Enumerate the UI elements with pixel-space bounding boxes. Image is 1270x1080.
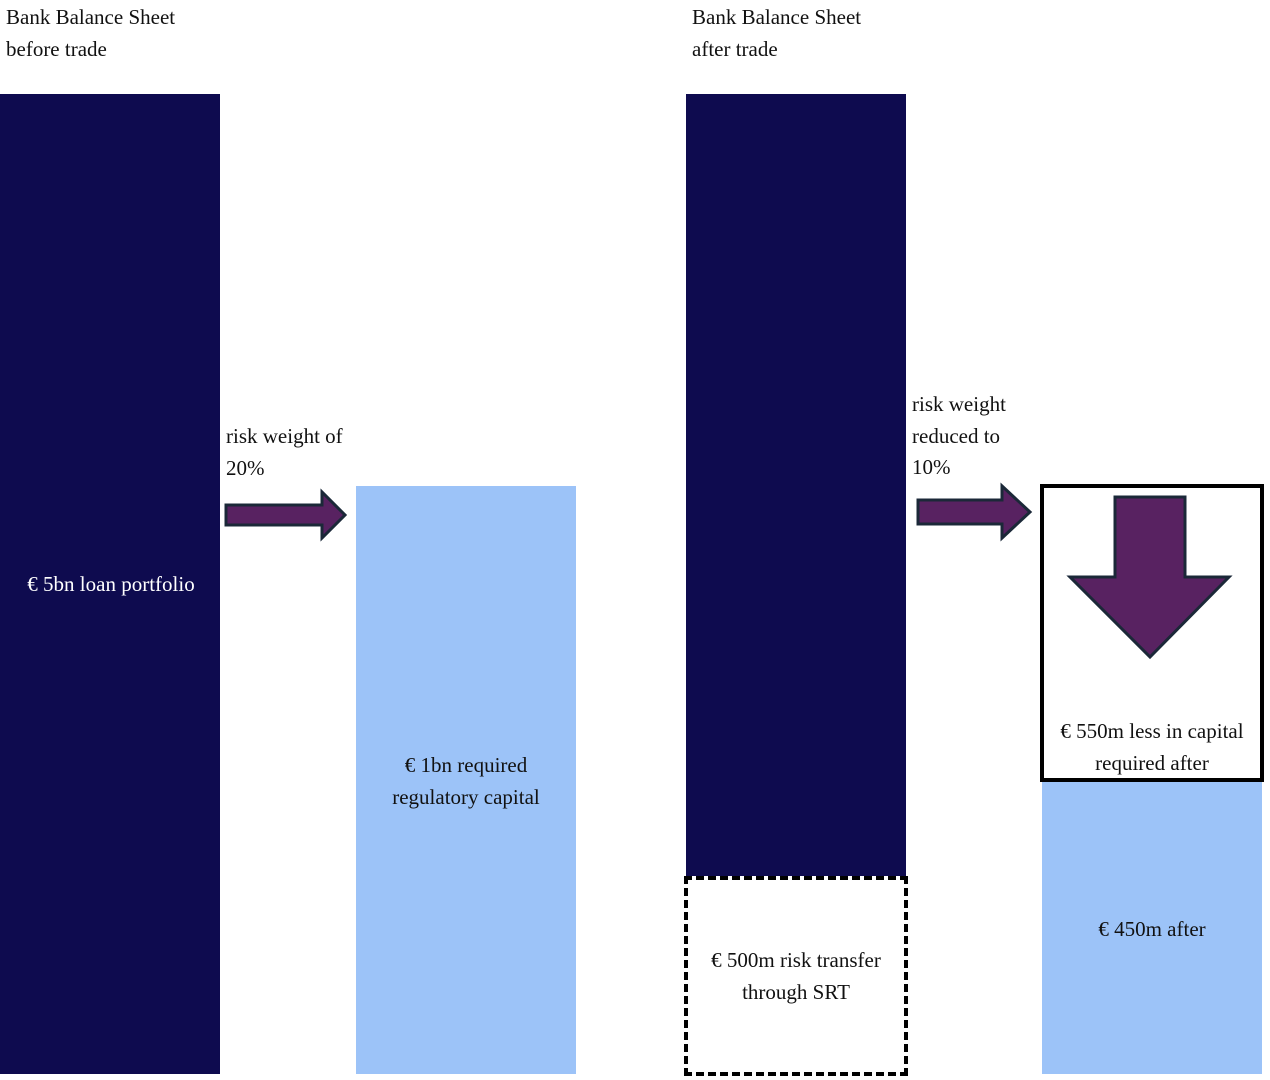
srt-risk-transfer-box: € 500m risk transfer through SRT: [684, 876, 908, 1076]
regulatory-capital-label-before: € 1bn required regulatory capital: [356, 749, 576, 813]
srt-label-line2: through SRT: [742, 980, 850, 1004]
risk-weight-note-after-line1: risk weight: [912, 392, 1006, 416]
after-heading: Bank Balance Sheet after trade: [692, 1, 861, 65]
capital-label-line1: € 1bn required: [404, 753, 528, 777]
capital-label-line2: regulatory capital: [392, 785, 540, 809]
srt-label-line1: € 500m risk transfer: [711, 948, 881, 972]
savings-label-line2: required after: [1095, 751, 1209, 775]
risk-weight-note-before: risk weight of 20%: [226, 421, 343, 484]
down-arrow-icon: [1066, 495, 1233, 660]
before-heading-line1: Bank Balance Sheet: [6, 5, 176, 29]
risk-weight-note-after: risk weight reduced to 10%: [912, 389, 1006, 484]
after-heading-line1: Bank Balance Sheet: [692, 5, 862, 29]
capital-savings-label: € 550m less in capital required after: [1040, 715, 1264, 779]
risk-weight-note-after-line3: 10%: [912, 455, 951, 479]
before-heading: Bank Balance Sheet before trade: [6, 1, 175, 65]
after-heading-line2: after trade: [692, 37, 778, 61]
right-arrow-icon: [224, 488, 348, 542]
regulatory-capital-label-after: € 450m after: [1098, 917, 1206, 941]
savings-label-line1: € 550m less in capital: [1060, 719, 1244, 743]
before-heading-line2: before trade: [6, 37, 107, 61]
risk-weight-note-line1: risk weight of: [226, 424, 343, 448]
risk-weight-note-after-line2: reduced to: [912, 423, 1001, 448]
loan-portfolio-bar-after: [686, 94, 906, 878]
loan-portfolio-label-before: € 5bn loan portfolio: [27, 572, 195, 596]
right-arrow-icon: [916, 482, 1033, 542]
risk-weight-note-line2: 20%: [226, 455, 265, 480]
srt-label: € 500m risk transfer through SRT: [711, 944, 881, 1008]
